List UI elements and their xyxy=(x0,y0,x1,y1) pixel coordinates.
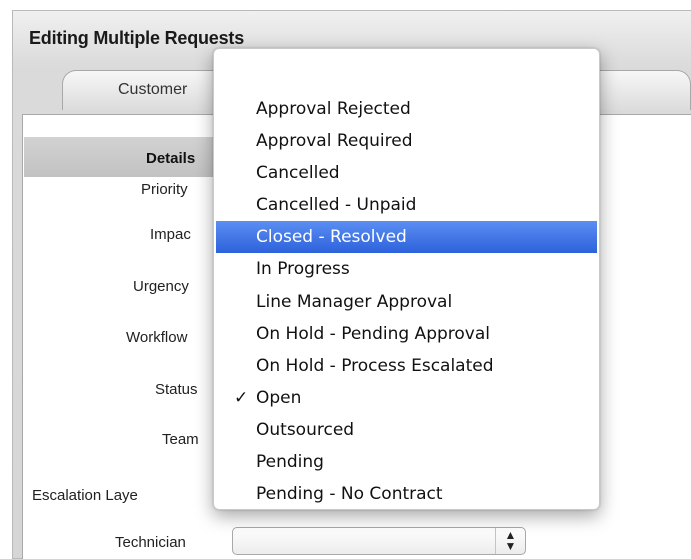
menu-item-approval-rejected[interactable]: Approval Rejected xyxy=(214,93,599,125)
menu-item-label: Approval Rejected xyxy=(256,99,411,119)
checkmark-icon: ✓ xyxy=(234,387,249,408)
menu-item-line-manager-approval[interactable]: Line Manager Approval xyxy=(214,286,599,318)
urgency-label: Urgency xyxy=(133,278,189,295)
select-stepper-icon: ▲ ▼ xyxy=(495,528,525,554)
menu-item-label: Outsourced xyxy=(256,419,355,440)
escalation-layer-label: Escalation Laye xyxy=(32,487,138,504)
panel-title: Editing Multiple Requests xyxy=(29,28,245,48)
menu-item-label: Pending xyxy=(256,452,324,473)
menu-item-label: Cancelled - Unpaid xyxy=(256,195,417,216)
workflow-label: Workflow xyxy=(126,329,188,346)
menu-item-in-progress[interactable]: In Progress xyxy=(214,253,599,285)
menu-item-label: Closed - Resolved xyxy=(256,227,407,248)
menu-item-cancelled[interactable]: Cancelled xyxy=(214,157,599,189)
status-dropdown-menu[interactable]: Approval Rejected Approval Required Canc… xyxy=(213,48,600,510)
priority-label: Priority xyxy=(141,181,188,198)
menu-item-closed-resolved[interactable]: Closed - Resolved xyxy=(216,221,597,254)
menu-item-cancelled-unpaid[interactable]: Cancelled - Unpaid xyxy=(214,189,599,221)
tab-customer-label: Customer xyxy=(118,81,188,98)
technician-label: Technician xyxy=(115,534,186,551)
menu-item-on-hold-process-escalated[interactable]: On Hold - Process Escalated xyxy=(214,350,599,382)
menu-item-outsourced[interactable]: Outsourced xyxy=(214,414,599,446)
team-label: Team xyxy=(162,431,199,448)
menu-item-label: Cancelled xyxy=(256,163,340,184)
technician-select[interactable]: ▲ ▼ xyxy=(232,527,526,555)
menu-item-label: On Hold - Pending Approval xyxy=(256,323,490,344)
impact-label: Impac xyxy=(150,226,191,243)
menu-item-on-hold-pending-approval[interactable]: On Hold - Pending Approval xyxy=(214,318,599,350)
menu-item-label: On Hold - Process Escalated xyxy=(256,355,494,376)
menu-item-label: Line Manager Approval xyxy=(256,291,453,312)
menu-item-label: Pending - No Contract xyxy=(256,484,443,505)
menu-item-pending-no-contract[interactable]: Pending - No Contract xyxy=(214,478,599,510)
menu-item-pending[interactable]: Pending xyxy=(214,446,599,478)
menu-item-label: Open xyxy=(256,387,302,408)
menu-item-approval-required[interactable]: Approval Required xyxy=(214,125,599,157)
status-label: Status xyxy=(155,381,198,398)
details-heading: Details xyxy=(146,150,196,167)
menu-item-open[interactable]: ✓ Open xyxy=(214,382,599,414)
menu-item-label: Approval Required xyxy=(256,131,413,152)
menu-item-label: In Progress xyxy=(256,259,350,280)
